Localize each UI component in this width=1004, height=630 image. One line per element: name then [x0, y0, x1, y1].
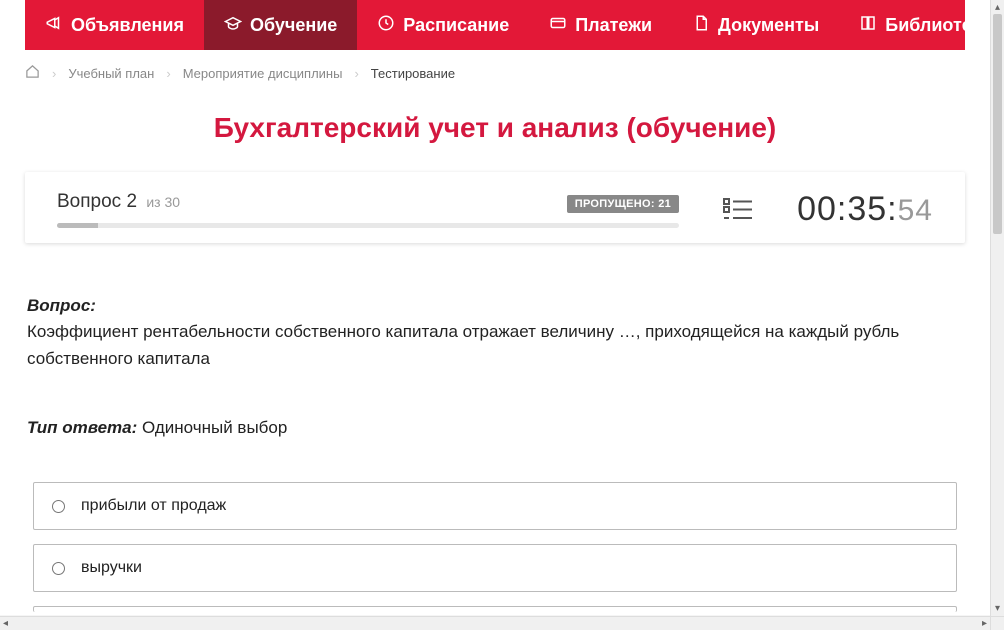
breadcrumb-link[interactable]: Мероприятие дисциплины — [183, 66, 343, 81]
chevron-right-icon: › — [52, 66, 56, 81]
horizontal-scrollbar[interactable]: ◂ ▸ — [0, 616, 990, 630]
status-card: Вопрос 2 из 30 ПРОПУЩЕНО: 21 — [25, 172, 965, 243]
nav-payments[interactable]: Платежи — [529, 0, 672, 50]
question-counter: Вопрос 2 из 30 — [57, 191, 180, 213]
timer-ms: 54 — [898, 194, 933, 227]
option-radio[interactable] — [52, 500, 65, 513]
card-icon — [549, 14, 567, 37]
doc-icon — [692, 14, 710, 37]
nav-schedule[interactable]: Расписание — [357, 0, 529, 50]
answer-type-value: Одиночный выбор — [142, 418, 287, 437]
nav-library[interactable]: Библиотека ▾ — [839, 0, 990, 50]
question-text-block: Вопрос: Коэффициент рентабельности собст… — [27, 293, 963, 372]
scroll-left-icon[interactable]: ◂ — [0, 618, 11, 629]
question-section: Вопрос: Коэффициент рентабельности собст… — [25, 293, 965, 612]
nav-announcements[interactable]: Объявления — [25, 0, 204, 50]
progress-block: Вопрос 2 из 30 ПРОПУЩЕНО: 21 — [57, 191, 679, 228]
nav-label: Библиотека — [885, 15, 990, 36]
timer-seconds: 35 — [847, 190, 887, 228]
question-word: Вопрос — [57, 191, 121, 212]
question-list-button[interactable] — [719, 193, 757, 227]
book-icon — [859, 14, 877, 37]
option-item[interactable]: выручки — [33, 544, 957, 592]
breadcrumb-current: Тестирование — [371, 66, 455, 81]
progress-bar — [57, 223, 679, 228]
nav-label: Объявления — [71, 15, 184, 36]
question-current: 2 — [126, 191, 137, 212]
breadcrumb: › Учебный план › Мероприятие дисциплины … — [25, 50, 965, 96]
clock-icon — [377, 14, 395, 37]
nav-learning[interactable]: Обучение — [204, 0, 357, 50]
scroll-down-icon[interactable]: ▾ — [995, 601, 1000, 616]
vertical-scrollbar[interactable]: ▴ ▾ — [990, 0, 1004, 616]
answer-type-row: Тип ответа: Одиночный выбор — [27, 418, 963, 438]
nav-label: Документы — [718, 15, 819, 36]
progress-fill — [57, 223, 98, 228]
nav-label: Платежи — [575, 15, 652, 36]
scroll-thumb[interactable] — [993, 14, 1002, 234]
timer: 00:35:54 — [797, 190, 933, 229]
question-total: 30 — [164, 194, 180, 210]
skipped-label: ПРОПУЩЕНО: — [575, 198, 655, 210]
question-label: Вопрос: — [27, 296, 96, 315]
option-label: прибыли от продаж — [81, 497, 226, 515]
chevron-right-icon: › — [354, 66, 358, 81]
option-item[interactable]: прибыли от продаж — [33, 482, 957, 530]
main-nav: Объявления Обучение Расписание Платежи — [25, 0, 965, 50]
scroll-up-icon[interactable]: ▴ — [995, 0, 1000, 15]
options-list: прибыли от продаж выручки — [27, 482, 963, 612]
option-label: выручки — [81, 559, 142, 577]
chevron-right-icon: › — [166, 66, 170, 81]
page-title: Бухгалтерский учет и анализ (обучение) — [25, 112, 965, 144]
home-icon — [25, 64, 40, 79]
answer-type-label: Тип ответа: — [27, 418, 137, 437]
megaphone-icon — [45, 14, 63, 37]
option-item[interactable] — [33, 606, 957, 612]
skipped-badge: ПРОПУЩЕНО: 21 — [567, 195, 679, 213]
scroll-right-icon[interactable]: ▸ — [979, 618, 990, 629]
breadcrumb-home[interactable] — [25, 64, 40, 82]
nav-label: Обучение — [250, 15, 337, 36]
breadcrumb-link[interactable]: Учебный план — [68, 66, 154, 81]
timer-minutes: 00 — [797, 190, 837, 228]
gradcap-icon — [224, 14, 242, 37]
question-text: Коэффициент рентабельности собственного … — [27, 322, 899, 367]
of-word: из — [146, 194, 160, 210]
nav-label: Расписание — [403, 15, 509, 36]
list-icon — [723, 197, 753, 223]
skipped-count: 21 — [658, 198, 671, 210]
nav-documents[interactable]: Документы — [672, 0, 839, 50]
option-radio[interactable] — [52, 562, 65, 575]
scroll-corner — [990, 616, 1004, 630]
